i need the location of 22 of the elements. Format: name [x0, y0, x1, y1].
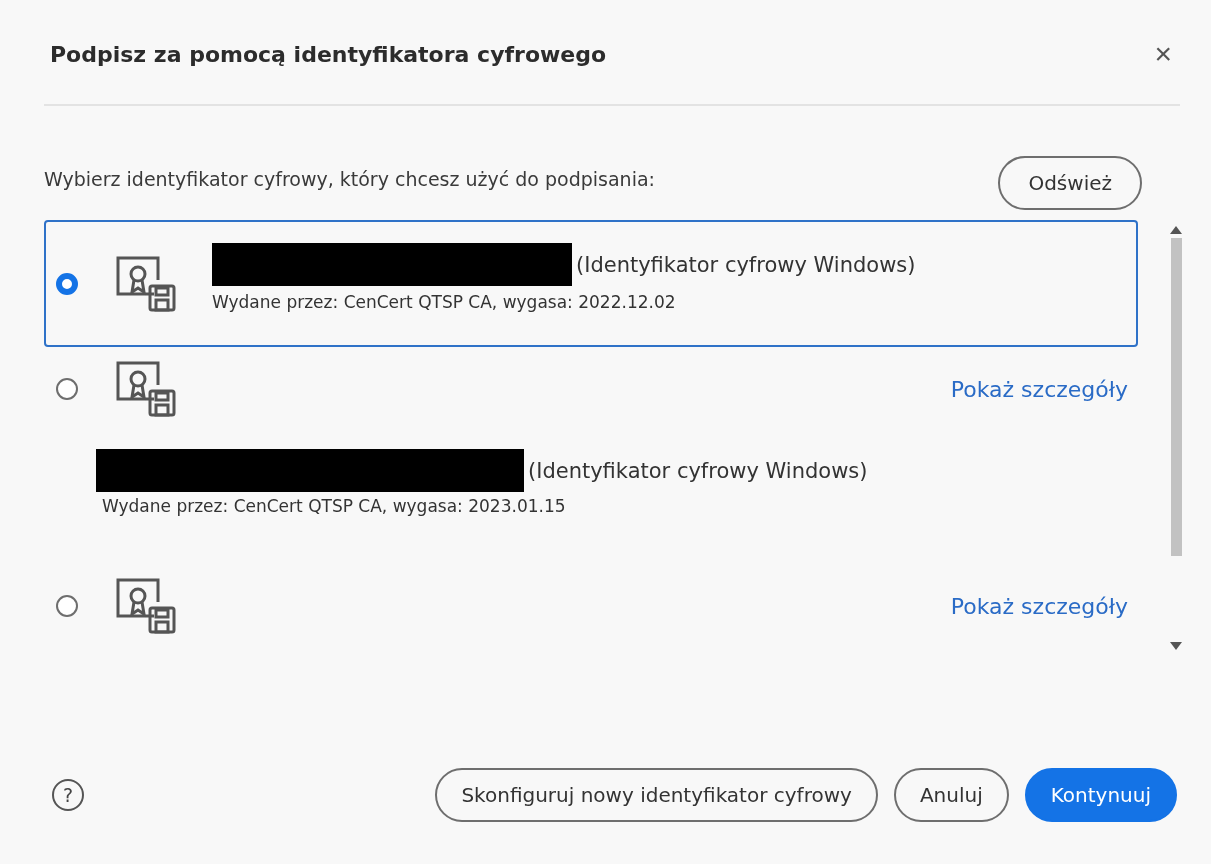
radio-button[interactable]: [56, 595, 78, 617]
continue-button[interactable]: Kontynuuj: [1024, 768, 1177, 822]
show-details-link[interactable]: Pokaż szczegóły: [950, 376, 1128, 402]
certificate-icon: [114, 359, 178, 419]
dialog-button[interactable]: Anuluj: [893, 768, 1009, 822]
certificate-type: (Identyfikator cyfrowy Windows): [528, 458, 868, 483]
radio-button[interactable]: [56, 272, 78, 295]
close-button[interactable]: ×: [1146, 37, 1180, 71]
help-button[interactable]: ?: [52, 779, 84, 811]
certificate-icon: [114, 576, 178, 636]
scroll-down-icon[interactable]: [1170, 642, 1182, 650]
show-details-link[interactable]: Pokaż szczegóły: [950, 593, 1128, 619]
issuer-text: Wydane przez: CenCert QTSP CA, wygasa: 2023.01.15: [102, 496, 567, 516]
certificate-item[interactable]: (Identyfikator cyfrowy Windows) Wydane przez: CenCert QTSP CA, wygasa: 2022.12.02: [44, 220, 1138, 347]
radio-button[interactable]: [56, 378, 78, 400]
issuer-text: Wydane przez: CenCert QTSP CA, wygasa: 2022.12.02: [212, 292, 677, 312]
instruction-text: Wybierz identyfikator cyfrowy, który chcesz użyć do podpisania:: [44, 168, 655, 190]
dialog-title: Podpisz za pomocą identyfikatora cyfrowego: [50, 41, 607, 67]
refresh-button[interactable]: Odśwież: [998, 156, 1142, 210]
dialog-button[interactable]: Skonfiguruj nowy identyfikator cyfrowy: [435, 768, 878, 822]
scroll-up-icon[interactable]: [1170, 226, 1182, 234]
certificate-type: (Identyfikator cyfrowy Windows): [576, 252, 916, 277]
